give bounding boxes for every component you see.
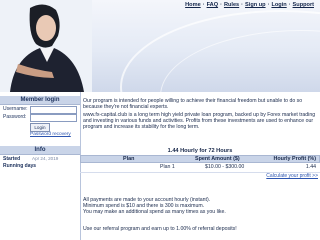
info-box: Info Started Apr 24, 2019 Running days 0 [0, 146, 80, 170]
row-plan-name: Plan 1 [160, 164, 175, 170]
header-plan: Plan [123, 156, 135, 162]
login-button[interactable]: Login [30, 123, 50, 132]
info-box-title: Info [0, 146, 80, 155]
password-field[interactable] [30, 114, 77, 122]
nav-separator: · [267, 2, 270, 8]
username-label: Username: [3, 106, 28, 112]
nav-separator: · [241, 2, 244, 8]
row-spent-range: $10.00 - $300.00 [205, 164, 245, 170]
header-banner: Home · FAQ · Rules · Sign up · Login · Support [0, 0, 320, 92]
login-box-title: Member login [0, 96, 80, 105]
header-hourly-profit: Hourly Profit (%) [273, 156, 316, 162]
plan-table-header: Plan Spent Amount ($) Hourly Profit (%) [80, 155, 320, 163]
nav-home-link[interactable]: Home [185, 2, 201, 8]
header-spent-amount: Spent Amount ($) [195, 156, 240, 162]
banner-person-image [0, 0, 92, 92]
main-content: Our program is intended for people willi… [80, 92, 320, 240]
intro-paragraph-2: www.fx-capital.club is a long term high … [83, 112, 316, 130]
top-navigation: Home · FAQ · Rules · Sign up · Login · Support [185, 2, 314, 8]
started-label: Started [3, 156, 21, 162]
password-recovery-link[interactable]: Password recovery [30, 132, 71, 137]
password-label: Password: [3, 114, 27, 120]
nav-faq-link[interactable]: FAQ [207, 2, 219, 8]
nav-signup-link[interactable]: Sign up [245, 2, 266, 8]
referral-text: Use our referral program and earn up to … [83, 226, 237, 232]
nav-separator: · [202, 2, 205, 8]
nav-support-link[interactable]: Support [293, 2, 314, 8]
row-hourly-profit: 1.44 [305, 164, 316, 170]
login-box: Member login Username: Password: Login P… [0, 96, 80, 142]
payment-info-line-3: You may make an additional spend as many… [83, 209, 226, 215]
sidebar: Member login Username: Password: Login P… [0, 92, 81, 240]
nav-separator: · [220, 2, 222, 8]
table-row: Plan 1 $10.00 - $300.00 1.44 [80, 164, 320, 173]
username-field[interactable] [30, 106, 77, 114]
started-value: Apr 24, 2019 [32, 156, 59, 161]
nav-separator: · [288, 2, 291, 8]
calculate-profit-link[interactable]: Calculate your profit >> [266, 173, 318, 179]
running-days-value: 0 [32, 163, 35, 168]
intro-paragraph-1: Our program is intended for people willi… [83, 98, 303, 110]
plan-title: 1.44 Hourly for 72 Hours [167, 148, 233, 154]
nav-login-link[interactable]: Login [271, 2, 286, 8]
nav-rules-link[interactable]: Rules [224, 2, 239, 8]
